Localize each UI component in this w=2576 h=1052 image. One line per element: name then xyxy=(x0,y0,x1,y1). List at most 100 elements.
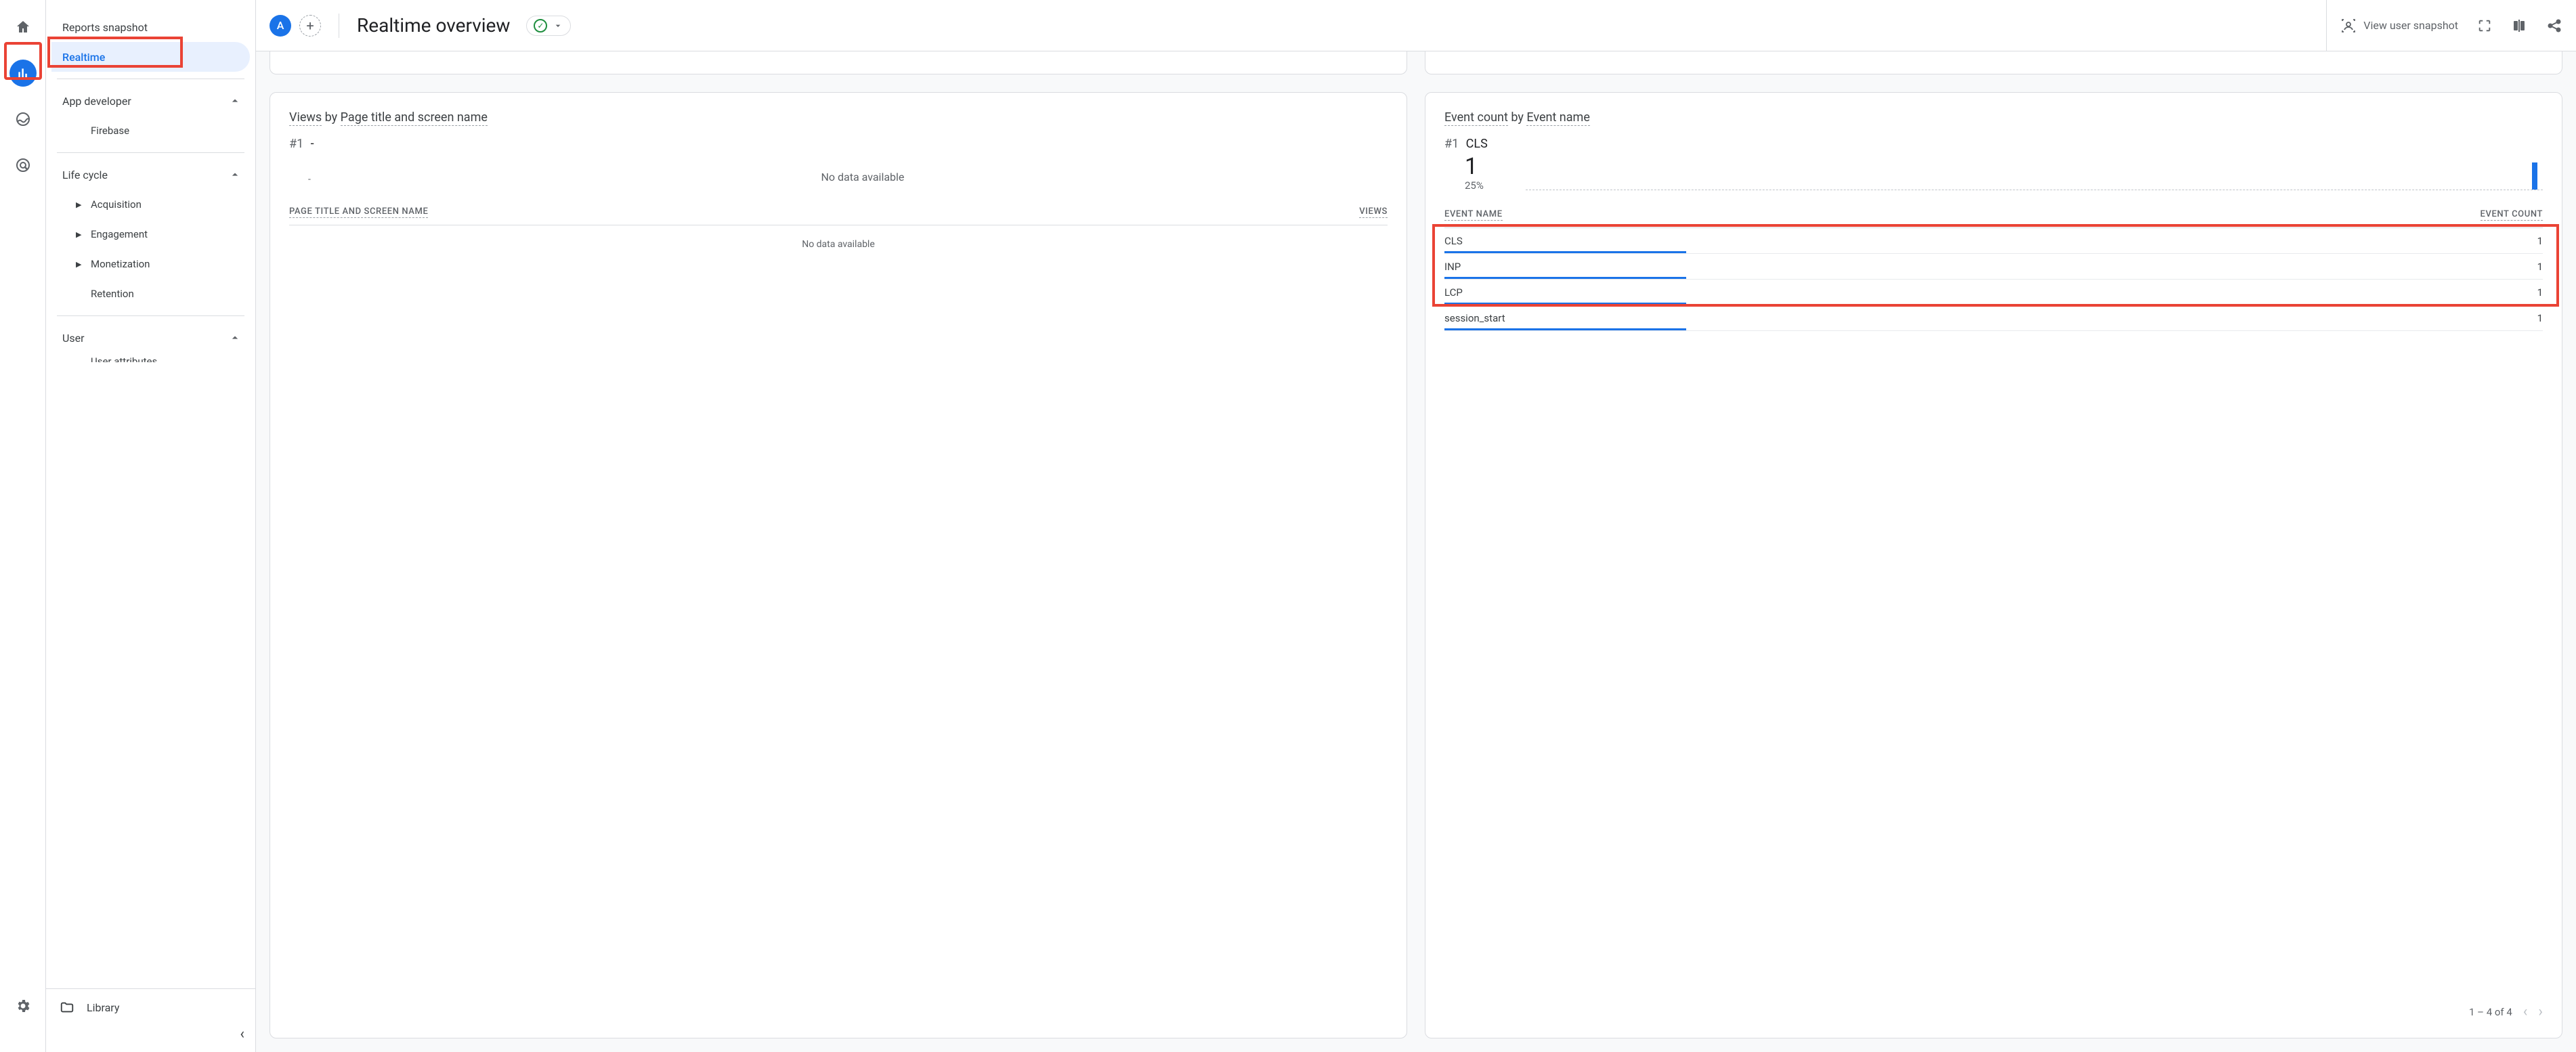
card-stub-left xyxy=(270,51,1407,74)
row-name: session_start xyxy=(1444,312,1505,324)
row-bar xyxy=(1444,303,1686,305)
nav-app-developer[interactable]: App developer xyxy=(51,86,250,116)
sparkline xyxy=(1526,159,2543,190)
pager-text: 1 – 4 of 4 xyxy=(2469,1006,2512,1018)
no-data-top: No data available xyxy=(338,171,1388,183)
nav-reports-snapshot[interactable]: Reports snapshot xyxy=(51,12,250,42)
row-bar xyxy=(1444,277,1686,279)
nav-label: User xyxy=(62,332,85,345)
top-rank: #1 - xyxy=(289,137,1388,151)
reports-icon[interactable] xyxy=(9,60,37,87)
nav-life-cycle[interactable]: Life cycle xyxy=(51,160,250,190)
nav-engagement[interactable]: ▶ Engagement xyxy=(51,219,250,249)
row-bar xyxy=(1444,251,1686,253)
library-icon xyxy=(60,1000,74,1015)
left-rail xyxy=(0,0,46,1052)
row-count: 1 xyxy=(2537,261,2543,273)
caret-right-icon: ▶ xyxy=(76,260,81,269)
page-title: Realtime overview xyxy=(357,14,510,37)
table-row[interactable]: LCP 1 xyxy=(1444,280,2543,305)
pager: 1 – 4 of 4 ‹ › xyxy=(1444,990,2543,1020)
view-user-snapshot-button[interactable]: View user snapshot xyxy=(2340,18,2458,34)
dash: - xyxy=(308,174,311,185)
check-icon: ✓ xyxy=(534,19,547,32)
title-by: by xyxy=(1508,110,1526,125)
row-name: CLS xyxy=(1444,235,1463,247)
explore-icon[interactable] xyxy=(9,106,37,133)
card-title: Event count by Event name xyxy=(1444,110,2543,125)
nav-acquisition[interactable]: ▶ Acquisition xyxy=(51,190,250,219)
topbar: A + Realtime overview ✓ View user snapsh… xyxy=(256,0,2576,51)
title-dimension: Page title and screen name xyxy=(341,110,488,126)
nav-retention[interactable]: Retention xyxy=(51,279,250,309)
add-comparison-button[interactable]: + xyxy=(299,15,321,37)
caret-right-icon: ▶ xyxy=(76,230,81,239)
chevron-up-icon xyxy=(228,168,242,181)
table-row[interactable]: CLS 1 xyxy=(1444,228,2543,254)
row-bar xyxy=(1444,328,1686,330)
sidebar: Reports snapshot Realtime App developer … xyxy=(46,0,256,1052)
nav-library[interactable]: Library xyxy=(46,988,255,1022)
nav-firebase[interactable]: Firebase xyxy=(51,116,250,146)
table-header: PAGE TITLE AND SCREEN NAME VIEWS xyxy=(289,201,1388,225)
nav-label: App developer xyxy=(62,95,131,108)
rank-number: #1 xyxy=(1444,137,1459,151)
fullscreen-icon[interactable] xyxy=(2477,18,2492,33)
divider xyxy=(57,315,244,316)
row-count: 1 xyxy=(2537,312,2543,324)
collapse-sidebar-icon[interactable]: ‹ xyxy=(240,1026,255,1043)
rank-number: #1 xyxy=(289,137,303,151)
share-icon[interactable] xyxy=(2546,18,2562,34)
nav-user[interactable]: User xyxy=(51,323,250,353)
col-event-count: EVENT COUNT xyxy=(2481,209,2543,221)
nav-realtime[interactable]: Realtime xyxy=(51,42,250,72)
table-header: EVENT NAME EVENT COUNT xyxy=(1444,204,2543,228)
nav-label: Acquisition xyxy=(91,198,142,211)
user-snapshot-icon xyxy=(2340,18,2357,34)
main: A + Realtime overview ✓ View user snapsh… xyxy=(256,0,2576,1052)
rank-value: CLS xyxy=(1466,137,1488,151)
nav-label: Engagement xyxy=(91,228,148,240)
title-dimension: Event name xyxy=(1526,110,1590,126)
row-name: LCP xyxy=(1444,286,1463,299)
nav-label: Monetization xyxy=(91,258,150,270)
status-pill[interactable]: ✓ xyxy=(526,16,571,36)
pager-next-icon[interactable]: › xyxy=(2538,1003,2543,1020)
row-count: 1 xyxy=(2537,286,2543,299)
pager-prev-icon[interactable]: ‹ xyxy=(2523,1003,2528,1020)
chevron-down-icon xyxy=(553,20,563,31)
col-page-title: PAGE TITLE AND SCREEN NAME xyxy=(289,206,428,218)
chevron-up-icon xyxy=(228,94,242,108)
home-icon[interactable] xyxy=(9,14,37,41)
compare-icon[interactable] xyxy=(2511,18,2527,34)
card-views: Views by Page title and screen name #1 -… xyxy=(270,92,1407,1038)
library-label: Library xyxy=(87,1001,119,1014)
advertising-icon[interactable] xyxy=(9,152,37,179)
table-row[interactable]: INP 1 xyxy=(1444,254,2543,280)
title-metric: Views xyxy=(289,110,322,126)
table-row[interactable]: session_start 1 xyxy=(1444,305,2543,331)
col-views: VIEWS xyxy=(1359,206,1388,218)
chevron-up-icon xyxy=(228,331,242,345)
nav-user-attributes-cut: User attributes xyxy=(51,355,250,362)
content: Views by Page title and screen name #1 -… xyxy=(256,51,2576,1052)
divider xyxy=(57,152,244,153)
settings-icon[interactable] xyxy=(9,992,37,1020)
no-data: No data available xyxy=(289,239,1388,250)
snapshot-label: View user snapshot xyxy=(2363,19,2458,32)
card-stub-right xyxy=(1425,51,2562,74)
title-by: by xyxy=(322,110,340,125)
nav-label: Life cycle xyxy=(62,169,108,181)
card-events: Event count by Event name #1 CLS 1 25% xyxy=(1425,92,2562,1038)
row-count: 1 xyxy=(2537,235,2543,247)
top-rank: #1 CLS xyxy=(1444,137,2543,151)
title-metric: Event count xyxy=(1444,110,1508,126)
audience-chip[interactable]: A xyxy=(270,15,291,37)
caret-right-icon: ▶ xyxy=(76,200,81,209)
row-name: INP xyxy=(1444,261,1461,273)
card-title: Views by Page title and screen name xyxy=(289,110,1388,125)
rank-value: - xyxy=(311,137,314,151)
col-event-name: EVENT NAME xyxy=(1444,209,1503,221)
spark-bar xyxy=(2532,162,2537,190)
nav-monetization[interactable]: ▶ Monetization xyxy=(51,249,250,279)
